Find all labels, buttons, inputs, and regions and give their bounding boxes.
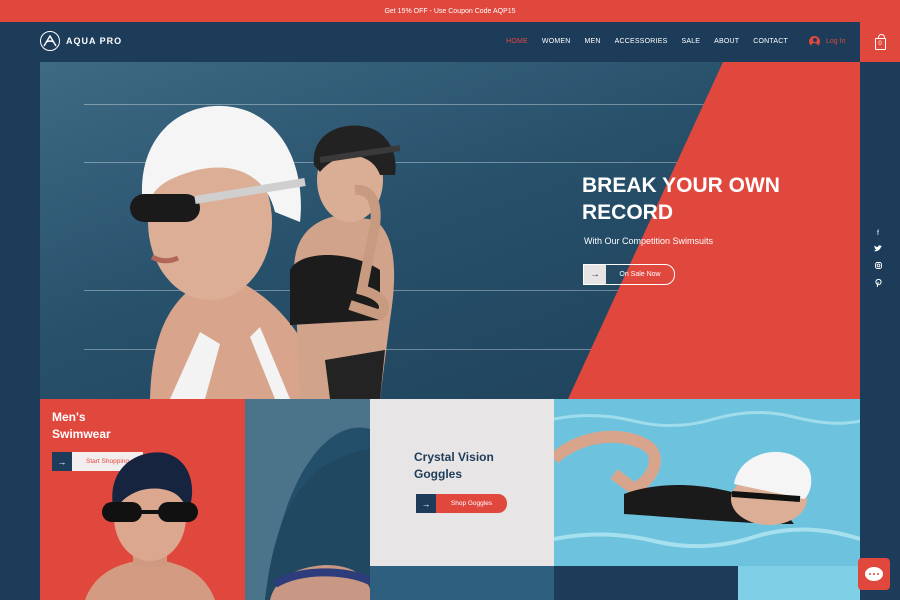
nav-men[interactable]: MEN — [585, 38, 601, 45]
mens-swimwear-tile: Men's Swimwear → Start Shopping — [40, 399, 245, 600]
login-label: Log In — [826, 38, 846, 45]
promo-text: Get 15% OFF - Use Coupon Code AQP15 — [384, 7, 516, 15]
male-swimmer-image — [85, 452, 215, 600]
goggles-title: Crystal Vision Goggles — [414, 449, 524, 483]
mens-title-line1: Men's — [52, 410, 86, 424]
main-nav: HOME WOMEN MEN ACCESSORIES SALE ABOUT CO… — [506, 38, 788, 45]
nav-contact[interactable]: CONTACT — [753, 38, 788, 45]
cart-button[interactable]: 0 — [860, 22, 900, 62]
shop-goggles-button[interactable]: → Shop Goggles — [416, 494, 507, 513]
pinterest-icon[interactable] — [874, 278, 882, 289]
nav-women[interactable]: WOMEN — [542, 38, 571, 45]
nav-accessories[interactable]: ACCESSORIES — [615, 38, 668, 45]
decorative-block — [370, 566, 554, 600]
chat-bubble-icon — [865, 567, 883, 581]
arrow-right-icon: → — [416, 494, 436, 513]
brand-name: AQUA PRO — [66, 36, 123, 46]
hero-title-line2: RECORD — [582, 201, 674, 224]
swimmer-woman-black-cap-image — [290, 125, 401, 399]
crystal-vision-goggles-tile: Crystal Vision Goggles → Shop Goggles — [370, 399, 554, 566]
goggles-title-line1: Crystal Vision — [414, 450, 494, 464]
on-sale-now-label: On Sale Now — [619, 271, 661, 278]
hero-title-line1: BREAK YOUR OWN — [582, 174, 780, 197]
chat-button[interactable] — [858, 558, 890, 590]
nav-about[interactable]: ABOUT — [714, 38, 739, 45]
swimmer-goggles-image — [245, 399, 370, 600]
logo[interactable]: AQUA PRO — [40, 31, 122, 51]
shop-goggles-label: Shop Goggles — [436, 494, 507, 513]
arrow-right-icon: → — [584, 265, 606, 284]
decorative-block — [738, 566, 860, 600]
freestyle-swimmer-image — [554, 399, 860, 566]
social-bar: f — [874, 230, 882, 289]
mens-title-line2: Swimwear — [52, 427, 111, 441]
shopping-bag-icon: 0 — [874, 33, 886, 50]
twitter-icon[interactable] — [874, 245, 882, 254]
hero-banner: BREAK YOUR OWN RECORD With Our Competiti… — [40, 62, 860, 399]
facebook-icon[interactable]: f — [877, 230, 879, 237]
hero-subtitle: With Our Competition Swimsuits — [584, 236, 714, 246]
hero-title: BREAK YOUR OWN RECORD — [582, 172, 822, 226]
decorative-block — [554, 566, 738, 600]
nav-home[interactable]: HOME — [506, 38, 528, 45]
on-sale-now-button[interactable]: → On Sale Now — [583, 264, 675, 285]
user-avatar-icon — [809, 36, 820, 47]
site-header: AQUA PRO HOME WOMEN MEN ACCESSORIES SALE… — [0, 22, 900, 62]
goggles-closeup-tile — [245, 399, 370, 600]
cart-count: 0 — [878, 40, 882, 47]
arrow-right-icon: → — [52, 452, 72, 471]
swimming-image-tile — [554, 399, 860, 566]
goggles-title-line2: Goggles — [414, 467, 463, 481]
nav-sale[interactable]: SALE — [681, 38, 700, 45]
login-button[interactable]: Log In — [809, 36, 845, 47]
mens-swimwear-title: Men's Swimwear — [52, 409, 111, 443]
instagram-icon[interactable] — [874, 262, 882, 271]
logo-mark-icon — [40, 31, 60, 51]
promo-banner: Get 15% OFF - Use Coupon Code AQP15 — [0, 0, 900, 22]
